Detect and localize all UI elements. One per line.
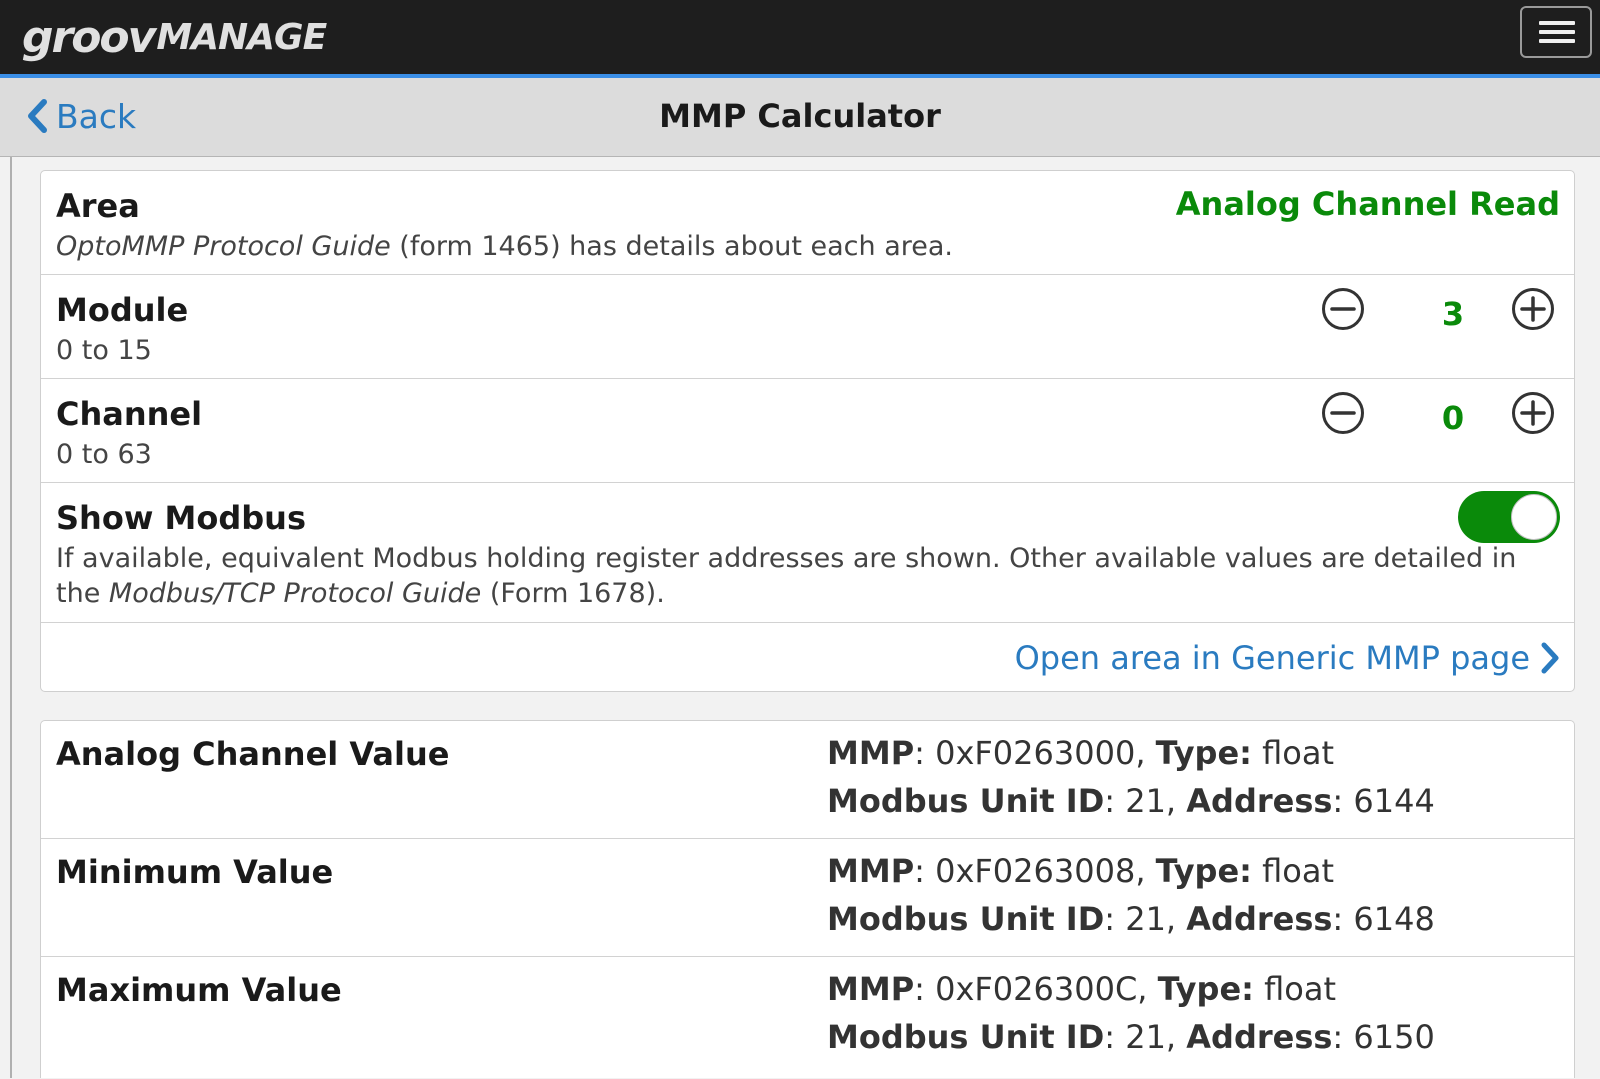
hamburger-icon xyxy=(1539,21,1575,25)
channel-row: Channel 0 to 63 0 xyxy=(41,379,1574,483)
area-value[interactable]: Analog Channel Read xyxy=(1176,185,1560,223)
address-key: Address xyxy=(1186,900,1333,938)
module-decrement-button[interactable] xyxy=(1321,287,1365,331)
result-row: Maximum Value MMP: 0xF026300C, Type: flo… xyxy=(41,957,1574,1079)
show-modbus-description: If available, equivalent Modbus holding … xyxy=(56,541,1534,611)
groov-manage-logo: groov MANAGE xyxy=(22,11,327,63)
protocol-guide-title: OptoMMP Protocol Guide xyxy=(56,231,391,262)
open-generic-mmp-link[interactable]: Open area in Generic MMP page xyxy=(1015,639,1560,677)
module-row: Module 0 to 15 3 xyxy=(41,275,1574,379)
module-range: 0 to 15 xyxy=(56,335,152,366)
module-value: 3 xyxy=(1441,295,1465,333)
result-name: Minimum Value xyxy=(56,853,334,891)
area-row[interactable]: Area Analog Channel Read OptoMMP Protoco… xyxy=(41,171,1574,275)
type-value: float xyxy=(1262,734,1335,772)
result-row: Analog Channel Value MMP: 0xF0263000, Ty… xyxy=(41,721,1574,839)
open-link-row: Open area in Generic MMP page xyxy=(41,623,1574,691)
result-mmp-line: MMP: 0xF0263008, Type: float xyxy=(827,852,1335,890)
page-navbar: Back MMP Calculator xyxy=(0,78,1600,157)
address-value: 6150 xyxy=(1353,1018,1435,1056)
modbus-guide-title: Modbus/TCP Protocol Guide xyxy=(108,578,482,609)
type-key: Type: xyxy=(1155,852,1252,890)
logo-groov-text: groov xyxy=(22,11,156,63)
modbus-desc-part2: (Form 1678). xyxy=(481,578,665,609)
channel-increment-button[interactable] xyxy=(1511,391,1555,435)
area-description-rest: (form 1465) has details about each area. xyxy=(390,231,953,262)
toggle-knob xyxy=(1511,494,1557,540)
channel-decrement-button[interactable] xyxy=(1321,391,1365,435)
hamburger-menu-button[interactable] xyxy=(1520,6,1592,58)
mmp-address: 0xF0263008 xyxy=(935,852,1136,890)
area-label: Area xyxy=(56,187,140,225)
left-divider xyxy=(10,157,12,1078)
result-name: Analog Channel Value xyxy=(56,735,450,773)
mmp-key: MMP xyxy=(827,970,915,1008)
chevron-right-icon xyxy=(1541,642,1559,674)
hamburger-icon-bar xyxy=(1539,39,1575,43)
type-key: Type: xyxy=(1155,734,1252,772)
show-modbus-label: Show Modbus xyxy=(56,499,306,537)
result-modbus-line: Modbus Unit ID: 21, Address: 6144 xyxy=(827,782,1435,820)
mmp-address: 0xF026300C xyxy=(935,970,1138,1008)
mmp-key: MMP xyxy=(827,734,915,772)
result-name: Maximum Value xyxy=(56,971,342,1009)
open-generic-mmp-label: Open area in Generic MMP page xyxy=(1014,639,1530,677)
channel-label: Channel xyxy=(56,395,203,433)
address-value: 6144 xyxy=(1353,782,1435,820)
mmp-key: MMP xyxy=(827,852,915,890)
module-label: Module xyxy=(56,291,189,329)
channel-range: 0 to 63 xyxy=(56,439,152,470)
page-title: MMP Calculator xyxy=(659,97,941,135)
unit-id-key: Modbus Unit ID xyxy=(827,900,1105,938)
unit-id-value: 21 xyxy=(1125,1018,1166,1056)
unit-id-value: 21 xyxy=(1125,900,1166,938)
mmp-address: 0xF0263000 xyxy=(935,734,1136,772)
unit-id-key: Modbus Unit ID xyxy=(827,1018,1105,1056)
address-key: Address xyxy=(1186,1018,1333,1056)
type-key: Type: xyxy=(1157,970,1254,1008)
type-value: float xyxy=(1262,852,1335,890)
top-bar: groov MANAGE xyxy=(0,0,1600,78)
hamburger-icon-bar xyxy=(1539,30,1575,34)
logo-manage-text: MANAGE xyxy=(156,16,327,58)
address-value: 6148 xyxy=(1353,900,1435,938)
module-increment-button[interactable] xyxy=(1511,287,1555,331)
address-key: Address xyxy=(1186,782,1333,820)
result-mmp-line: MMP: 0xF026300C, Type: float xyxy=(827,970,1336,1008)
results-card: Analog Channel Value MMP: 0xF0263000, Ty… xyxy=(40,720,1575,1078)
calculator-config-card: Area Analog Channel Read OptoMMP Protoco… xyxy=(40,170,1575,692)
result-modbus-line: Modbus Unit ID: 21, Address: 6150 xyxy=(827,1018,1435,1056)
unit-id-key: Modbus Unit ID xyxy=(827,782,1105,820)
show-modbus-row: Show Modbus If available, equivalent Mod… xyxy=(41,483,1574,623)
result-modbus-line: Modbus Unit ID: 21, Address: 6148 xyxy=(827,900,1435,938)
unit-id-value: 21 xyxy=(1125,782,1166,820)
type-value: float xyxy=(1264,970,1336,1008)
result-mmp-line: MMP: 0xF0263000, Type: float xyxy=(827,734,1335,772)
show-modbus-toggle[interactable] xyxy=(1458,491,1560,543)
area-description: OptoMMP Protocol Guide (form 1465) has d… xyxy=(56,231,953,262)
channel-value: 0 xyxy=(1441,399,1465,437)
result-row: Minimum Value MMP: 0xF0263008, Type: flo… xyxy=(41,839,1574,957)
